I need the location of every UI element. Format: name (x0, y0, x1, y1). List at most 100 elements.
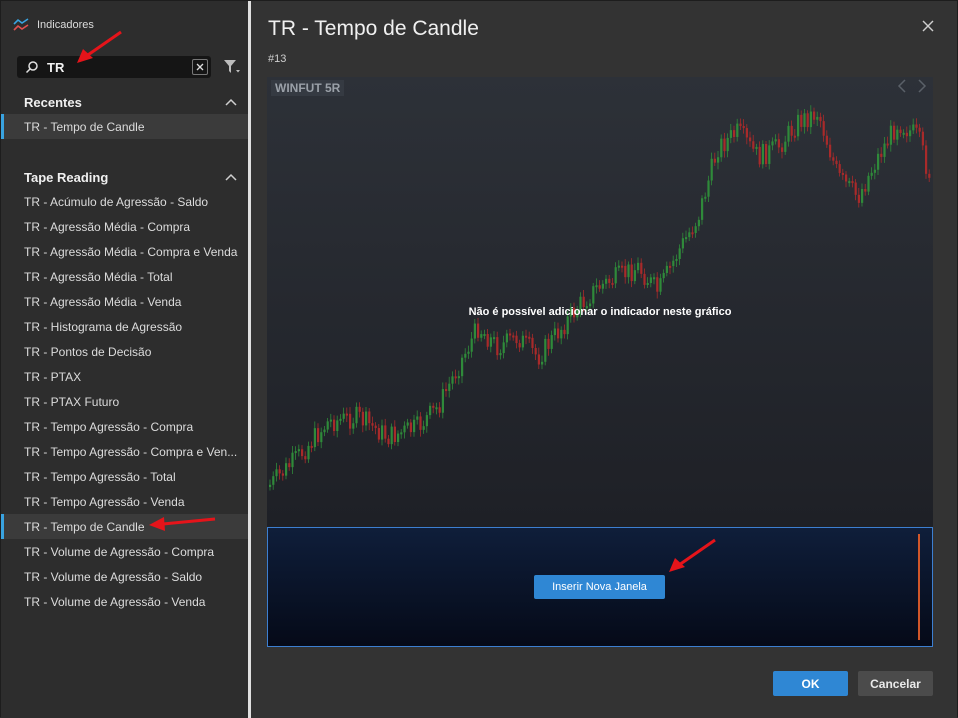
candle-body (893, 125, 896, 140)
candle-body (310, 445, 313, 448)
candle-body (547, 338, 550, 349)
candle-body (633, 270, 636, 282)
list-item[interactable]: TR - Tempo Agressão - Total (1, 464, 249, 489)
candle-body (877, 153, 880, 170)
candle-body (595, 285, 598, 288)
candle-body (777, 139, 780, 148)
candle-body (566, 316, 569, 335)
candle-body (294, 451, 297, 454)
candle-body (329, 419, 332, 422)
section-tape-reading[interactable]: Tape Reading (1, 165, 249, 189)
candle-body (797, 114, 800, 137)
candle-body (809, 111, 812, 128)
recent-item[interactable]: TR - Tempo de Candle (1, 114, 249, 139)
candle-body (672, 260, 675, 267)
candle-body (659, 278, 662, 292)
candle-body (896, 129, 899, 140)
list-item[interactable]: TR - Tempo Agressão - Compra e Ven... (1, 439, 249, 464)
candle-body (550, 335, 553, 349)
close-icon[interactable] (920, 18, 936, 34)
candle-body (477, 323, 480, 338)
candle-body (765, 143, 768, 164)
candle-body (822, 121, 825, 136)
candle-body (304, 456, 307, 460)
list-item-selected[interactable]: TR - Tempo de Candle (1, 514, 249, 539)
list-item[interactable]: TR - Agressão Média - Compra e Venda (1, 239, 249, 264)
list-item[interactable]: TR - Agressão Média - Venda (1, 289, 249, 314)
candle-body (272, 476, 275, 485)
candle-body (528, 336, 531, 339)
list-item[interactable]: TR - PTAX (1, 364, 249, 389)
clear-search-button[interactable] (192, 59, 208, 75)
list-item[interactable]: TR - PTAX Futuro (1, 389, 249, 414)
list-item[interactable]: TR - Volume de Agressão - Venda (1, 589, 249, 614)
candle-body (835, 160, 838, 165)
candle-body (621, 265, 624, 268)
list-item[interactable]: TR - Histograma de Agressão (1, 314, 249, 339)
candle-body (643, 273, 646, 285)
candle-body (742, 125, 745, 129)
candle-body (752, 141, 755, 149)
filter-icon[interactable] (223, 58, 241, 76)
list-item[interactable]: TR - Agressão Média - Compra (1, 214, 249, 239)
candle-body (630, 264, 633, 282)
list-item[interactable]: TR - Acúmulo de Agressão - Saldo (1, 189, 249, 214)
page-title: TR - Tempo de Candle (268, 17, 479, 40)
sidebar: Indicadores TR Recentes TR - Tempo de Ca… (1, 1, 249, 718)
list-item[interactable]: TR - Tempo Agressão - Compra (1, 414, 249, 439)
candle-body (825, 135, 828, 145)
cancel-button[interactable]: Cancelar (858, 671, 933, 696)
candle-body (269, 484, 272, 487)
list-item[interactable]: TR - Volume de Agressão - Compra (1, 539, 249, 564)
candle-body (857, 194, 860, 203)
candle-body (713, 158, 716, 163)
candle-body (739, 123, 742, 126)
section-recent[interactable]: Recentes (1, 90, 249, 114)
candle-body (829, 144, 832, 158)
list-item[interactable]: TR - Agressão Média - Total (1, 264, 249, 289)
candle-body (675, 258, 678, 261)
candle-body (841, 172, 844, 175)
candle-body (525, 335, 528, 338)
candle-body (278, 469, 281, 474)
sidebar-title: Indicadores (37, 19, 94, 31)
candle-body (736, 123, 739, 137)
candle-body (368, 411, 371, 424)
candle-body (701, 198, 704, 220)
candle-body (710, 158, 713, 181)
section-recent-title: Recentes (24, 94, 82, 110)
list-item[interactable]: TR - Tempo Agressão - Venda (1, 489, 249, 514)
candle-body (605, 278, 608, 284)
candle-body (781, 147, 784, 152)
search-input[interactable]: TR (17, 56, 211, 78)
candle-body (374, 425, 377, 429)
candle-body (749, 137, 752, 142)
insert-new-window-button[interactable]: Inserir Nova Janela (534, 575, 665, 599)
candle-body (553, 328, 556, 336)
list-item[interactable]: TR - Volume de Agressão - Saldo (1, 564, 249, 589)
candle-body (355, 406, 358, 424)
candle-body (521, 335, 524, 348)
candle-body (489, 337, 492, 347)
candle-body (537, 354, 540, 365)
candle-body (275, 469, 278, 477)
chevron-right-icon[interactable] (917, 79, 927, 93)
candle-body (758, 146, 761, 165)
search-icon (25, 61, 38, 74)
candle-body (473, 323, 476, 339)
candle-body (723, 138, 726, 152)
candle-body (333, 419, 336, 432)
candle-body (467, 351, 470, 354)
candle-body (381, 425, 384, 440)
candle-body (454, 376, 457, 379)
chevron-left-icon[interactable] (897, 79, 907, 93)
candle-body (432, 405, 435, 408)
candle-body (297, 449, 300, 452)
list-item[interactable]: TR - Pontos de Decisão (1, 339, 249, 364)
candle-body (457, 376, 460, 379)
candle-body (861, 189, 864, 203)
candle-body (883, 143, 886, 157)
candle-body (438, 407, 441, 413)
ok-button[interactable]: OK (773, 671, 848, 696)
candle-body (902, 132, 905, 135)
